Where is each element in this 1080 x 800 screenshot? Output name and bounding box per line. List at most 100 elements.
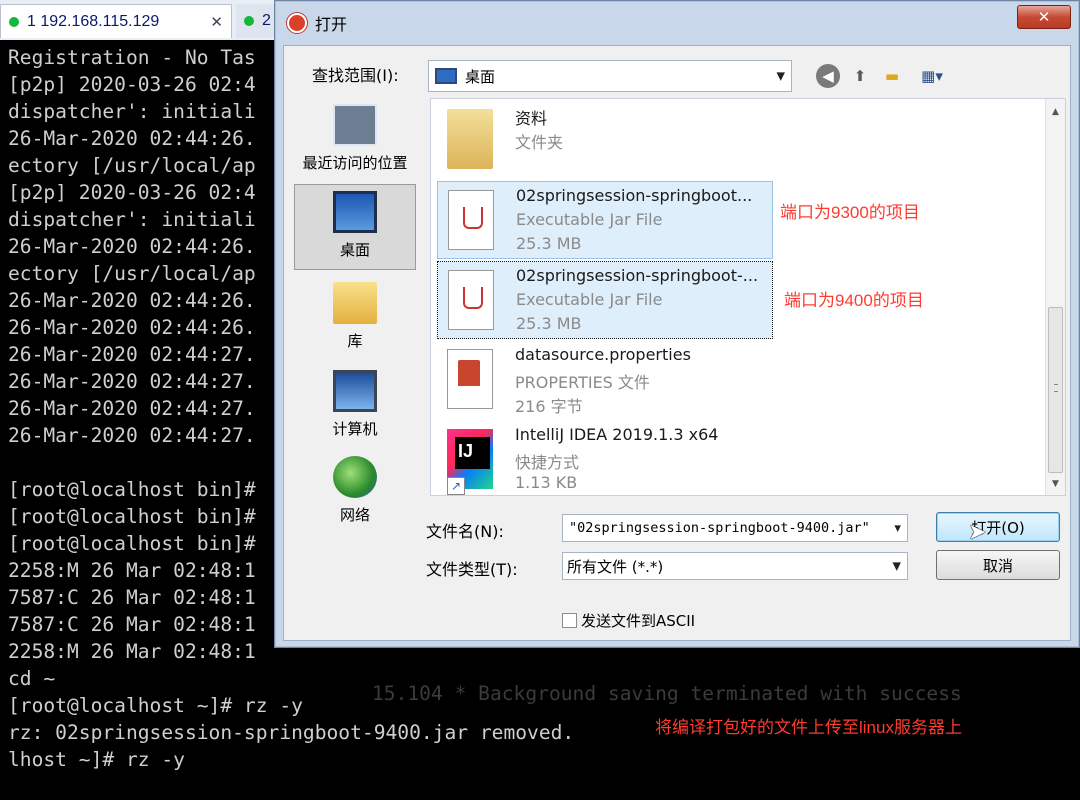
file-type-select[interactable]: 所有文件 (*.*) ▼ [562,552,908,580]
up-folder-icon: ⬆ [853,67,867,85]
file-item-jar-9300[interactable]: 02springsession-springboot... Executable… [437,181,773,259]
file-list-scrollbar[interactable]: ▲ ▼ [1045,99,1065,495]
file-size: 25.3 MB [516,314,582,333]
view-menu-icon: ▦▾ [921,67,943,85]
place-network[interactable]: 网络 [294,450,416,536]
file-type: 快捷方式 [515,453,580,472]
scrollbar-thumb[interactable] [1048,307,1063,473]
desktop-icon [435,68,457,84]
new-folder-button[interactable]: ▬ [880,64,904,88]
jar-file-icon [448,270,494,330]
network-icon [333,456,377,498]
terminal-line: ectory [/usr/local/ap [8,154,256,177]
terminal-line: [p2p] 2020-03-26 02:4 [8,181,256,204]
app-logo-icon [287,13,307,33]
terminal-line: cd ~ [8,667,56,690]
terminal-line: Registration - No Tas [8,46,256,69]
terminal-line: 7587:C 26 Mar 02:48:1 [8,586,256,609]
file-name: 资料 [515,109,548,128]
computer-icon [333,370,377,412]
tab-label: 1 192.168.115.129 [27,12,160,30]
file-item-properties[interactable]: datasource.properties PROPERTIES 文件 216 … [437,341,773,419]
file-size: 25.3 MB [516,234,582,253]
jar-file-icon [448,190,494,250]
look-in-value: 桌面 [465,67,496,86]
chevron-down-icon[interactable]: ▼ [894,522,901,535]
file-name: IntelliJ IDEA 2019.1.3 x64 [515,425,719,444]
file-type: 文件夹 [515,133,564,152]
back-button[interactable]: ◀ [816,64,840,88]
scroll-up-icon[interactable]: ▲ [1046,103,1065,121]
folder-icon [447,109,493,169]
terminal-line: 26-Mar-2020 02:44:27. [8,397,256,420]
file-size: 216 字节 [515,397,583,416]
tab-session-2[interactable]: 2 [236,4,276,38]
file-list[interactable]: 资料 文件夹 02springsession-springboot... Exe… [430,98,1066,496]
terminal-line: dispatcher': initiali [8,208,256,231]
tab-session-1[interactable]: 1 192.168.115.129 ✕ [0,4,232,38]
file-name-input[interactable]: "02springsession-springboot-9400.jar" ▼ [562,514,908,542]
annotation-port-9300: 端口为9300的项目 [780,203,920,222]
new-folder-icon: ▬ [884,67,900,85]
close-button[interactable]: ✕ [1017,5,1071,29]
chevron-down-icon: ▼ [892,559,901,573]
file-name: datasource.properties [515,345,691,364]
open-file-dialog: 打开 ✕ 查找范围(I): 桌面 ▼ ◀ ⬆ ▬ ▦▾ 最近访问的位置 桌面 库 [274,0,1080,648]
file-name-label: 文件名(N): [426,522,504,541]
file-name-value: "02springsession-springboot-9400.jar" [569,520,870,536]
file-item-intellij-shortcut[interactable]: ↗ IntelliJ IDEA 2019.1.3 x64 快捷方式 1.13 K… [437,421,773,495]
send-ascii-option[interactable]: 发送文件到ASCII [562,610,695,631]
terminal-line: [root@localhost ~]# rz -y [8,694,303,717]
file-name: 02springsession-springboot... [516,186,753,205]
place-library[interactable]: 库 [294,276,416,362]
places-bar: 最近访问的位置 桌面 库 计算机 网络 [294,98,420,524]
terminal-line: 2258:M 26 Mar 02:48:1 [8,640,256,663]
place-recent[interactable]: 最近访问的位置 [294,98,416,184]
terminal-line: 2258:M 26 Mar 02:48:1 [8,559,256,582]
terminal-line: 26-Mar-2020 02:44:26. [8,289,256,312]
terminal-line: 7587:C 26 Mar 02:48:1 [8,613,256,636]
annotation-upload-note: 将编译打包好的文件上传至linux服务器上 [655,718,962,737]
terminal-overlapped-text: 15.104 * Background saving terminated wi… [372,682,962,705]
file-item-jar-9400[interactable]: 02springsession-springboot-... Executabl… [437,261,773,339]
mouse-pointer-icon: ➤ [968,520,987,545]
view-menu-button[interactable]: ▦▾ [912,64,952,88]
file-type-value: 所有文件 (*.*) [567,557,664,576]
up-folder-button[interactable]: ⬆ [848,64,872,88]
file-type: Executable Jar File [516,290,663,309]
back-arrow-icon: ◀ [822,67,834,85]
look-in-label: 查找范围(I): [312,66,399,85]
recent-places-icon [333,104,377,146]
file-size: 1.13 KB [515,473,578,492]
place-label: 桌面 [339,241,370,259]
terminal-line: 26-Mar-2020 02:44:27. [8,370,256,393]
open-button[interactable]: 打开(O) [936,512,1060,542]
place-label: 网络 [339,506,370,524]
dialog-title: 打开 [315,15,348,34]
dialog-titlebar[interactable]: 打开 ✕ [275,1,1079,45]
tab-label: 2 [262,12,271,29]
terminal-line: lhost ~]# rz -y [8,748,185,771]
ascii-checkbox[interactable] [562,613,577,628]
close-tab-icon[interactable]: ✕ [210,13,223,31]
file-item-folder[interactable]: 资料 文件夹 [437,101,773,179]
terminal-line: [root@localhost bin]# [8,532,256,555]
terminal-line: dispatcher': initiali [8,100,256,123]
place-computer[interactable]: 计算机 [294,364,416,450]
terminal-line: [root@localhost bin]# [8,505,256,528]
place-desktop[interactable]: 桌面 [294,184,416,270]
terminal-line: [root@localhost bin]# [8,478,256,501]
terminal-line: ectory [/usr/local/ap [8,262,256,285]
ascii-label: 发送文件到ASCII [581,612,696,630]
cancel-button[interactable]: 取消 [936,550,1060,580]
shortcut-arrow-icon: ↗ [447,477,465,495]
properties-file-icon [447,349,493,409]
terminal-line: 26-Mar-2020 02:44:26. [8,235,256,258]
terminal-line: rz: 02springsession-springboot-9400.jar … [8,721,575,744]
scroll-down-icon[interactable]: ▼ [1046,475,1065,493]
grip-icon [1054,384,1058,392]
terminal-line: 26-Mar-2020 02:44:27. [8,424,256,447]
terminal-line: 26-Mar-2020 02:44:27. [8,343,256,366]
dialog-body: 查找范围(I): 桌面 ▼ ◀ ⬆ ▬ ▦▾ 最近访问的位置 桌面 库 计算机 … [283,45,1071,641]
look-in-select[interactable]: 桌面 ▼ [428,60,792,92]
